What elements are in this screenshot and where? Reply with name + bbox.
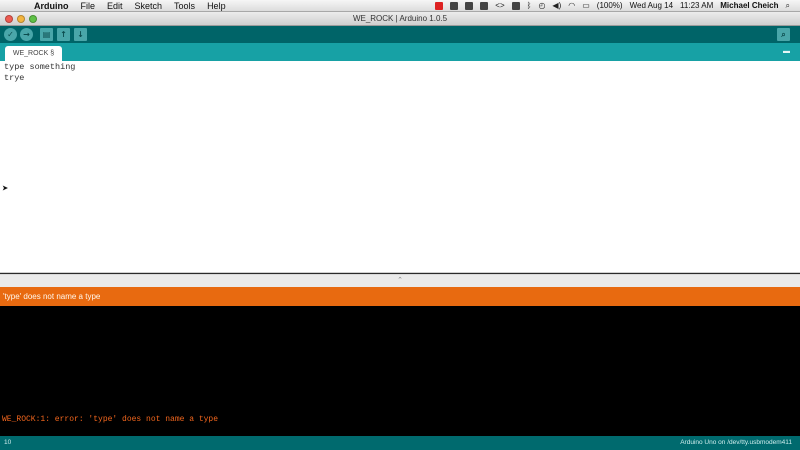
board-port-label: Arduino Uno on /dev/tty.usbmodem411 [680, 439, 792, 446]
battery-icon[interactable]: ▭ [582, 2, 590, 10]
spotlight-icon[interactable]: ⌕ [786, 2, 790, 10]
volume-icon[interactable]: ◀) [552, 2, 561, 10]
console-error-line: WE_ROCK:1: error: 'type' does not name a… [2, 415, 219, 424]
editor-console-divider[interactable]: ⌃ [0, 274, 800, 287]
toolbar: ✓ → ▤ ↑ ↓ ⌕ [0, 26, 800, 43]
menu-bar: Arduino File Edit Sketch Tools Help <> ᛒ… [0, 0, 800, 12]
console-output[interactable]: WE_ROCK:1: error: 'type' does not name a… [0, 306, 800, 436]
status-app3-icon[interactable] [480, 2, 489, 10]
upload-icon[interactable]: → [20, 28, 33, 41]
status-app-icon[interactable] [435, 2, 444, 10]
minimize-window-icon[interactable] [17, 15, 25, 23]
menu-help[interactable]: Help [207, 0, 226, 12]
status-code-icon[interactable]: <> [495, 2, 504, 10]
status-footer: 10 Arduino Uno on /dev/tty.usbmodem411 [0, 436, 800, 450]
serial-monitor-icon[interactable]: ⌕ [777, 28, 790, 41]
status-cloud-icon[interactable] [450, 2, 459, 10]
error-message-bar: 'type' does not name a type [0, 287, 800, 306]
save-icon[interactable]: ↓ [74, 28, 87, 41]
menu-tools[interactable]: Tools [174, 0, 195, 12]
menubar-date[interactable]: Wed Aug 14 [630, 0, 673, 12]
divider-grip-icon[interactable]: ⌃ [397, 277, 403, 284]
tab-menu-icon[interactable]: ▬ [783, 46, 790, 57]
window-title-bar: WE_ROCK | Arduino 1.0.5 [0, 12, 800, 26]
wifi-icon[interactable]: ◠ [568, 2, 575, 10]
code-editor[interactable]: type something trye ➤ [0, 61, 800, 273]
editor-line: trye [4, 72, 25, 83]
line-number: 10 [4, 439, 12, 446]
menu-sketch[interactable]: Sketch [135, 0, 163, 12]
battery-percent: (100%) [596, 1, 623, 10]
menubar-user[interactable]: Michael Cheich [720, 0, 778, 12]
menu-file[interactable]: File [81, 0, 96, 12]
menu-edit[interactable]: Edit [107, 0, 123, 12]
status-display-icon[interactable] [511, 2, 520, 10]
window-controls [5, 15, 37, 23]
new-icon[interactable]: ▤ [40, 28, 53, 41]
menu-app-arduino[interactable]: Arduino [34, 0, 69, 12]
zoom-window-icon[interactable] [29, 15, 37, 23]
status-area: <> ᛒ ◴ ◀) ◠ ▭ (100%) Wed Aug 14 11:23 AM… [435, 0, 790, 12]
tab-we-rock[interactable]: WE_ROCK § [5, 46, 62, 61]
bluetooth-icon[interactable]: ᛒ [527, 2, 532, 10]
status-app2-icon[interactable] [465, 2, 474, 10]
time-machine-icon[interactable]: ◴ [538, 2, 545, 10]
open-icon[interactable]: ↑ [57, 28, 70, 41]
mouse-pointer-icon: ➤ [2, 184, 9, 196]
editor-line: type something [4, 62, 76, 72]
verify-icon[interactable]: ✓ [4, 28, 17, 41]
window-title: WE_ROCK | Arduino 1.0.5 [352, 14, 448, 23]
menubar-time[interactable]: 11:23 AM [680, 0, 713, 12]
close-window-icon[interactable] [5, 15, 13, 23]
tab-bar: WE_ROCK § ▬ [0, 43, 800, 61]
